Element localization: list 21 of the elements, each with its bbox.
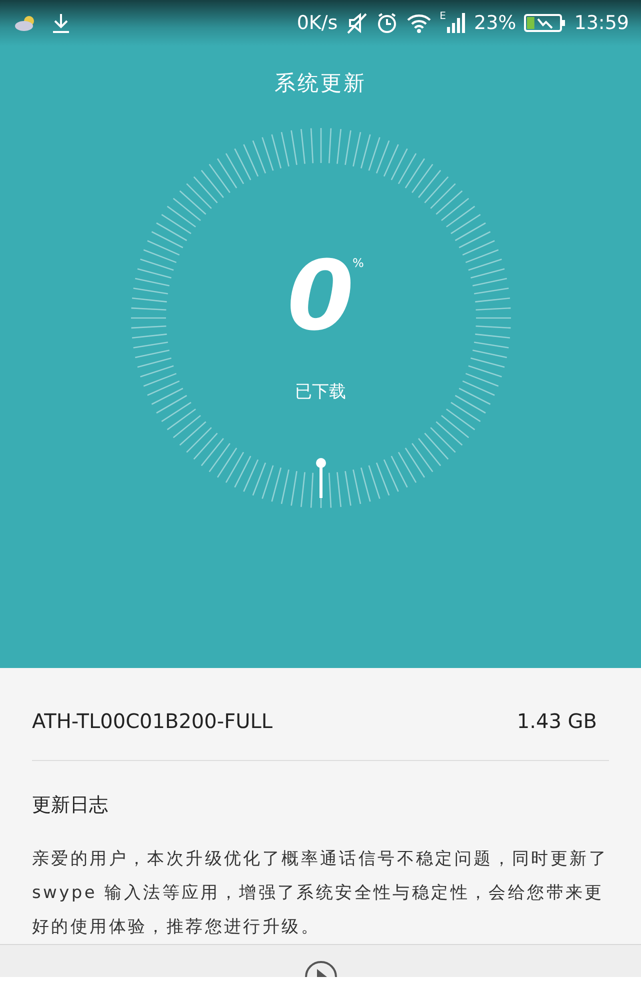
alarm-icon [376, 12, 398, 34]
changelog-text: 亲爱的用户，本次升级优化了概率通话信号不稳定问题，同时更新了 swype 输入法等应用，增强了系统安全性与稳定性，会给您带来更好的使用体验，推荐您进行升级。 [32, 848, 609, 938]
percent-sign: % [352, 254, 364, 272]
play-icon[interactable] [302, 958, 338, 976]
battery-percent: 23% [474, 10, 516, 36]
network-speed: 0K/s [296, 10, 338, 36]
network-type: E [440, 12, 446, 22]
downloaded-label: 已下载 [295, 382, 346, 402]
package-name: ATH-TL00C01B200-FULL [32, 708, 273, 735]
progress-marker [316, 458, 326, 498]
signal-icon [446, 12, 466, 34]
wifi-icon [406, 13, 432, 33]
progress-percent: 0 [287, 240, 354, 352]
download-icon [52, 13, 70, 33]
page-title: 系统更新 [274, 70, 366, 97]
weather-icon [14, 15, 36, 31]
changelog-heading: 更新日志 [32, 794, 108, 816]
clock-time: 13:59 [574, 10, 629, 36]
package-size: 1.43 GB [516, 708, 597, 735]
battery-icon [524, 13, 566, 33]
mute-icon [346, 12, 368, 34]
